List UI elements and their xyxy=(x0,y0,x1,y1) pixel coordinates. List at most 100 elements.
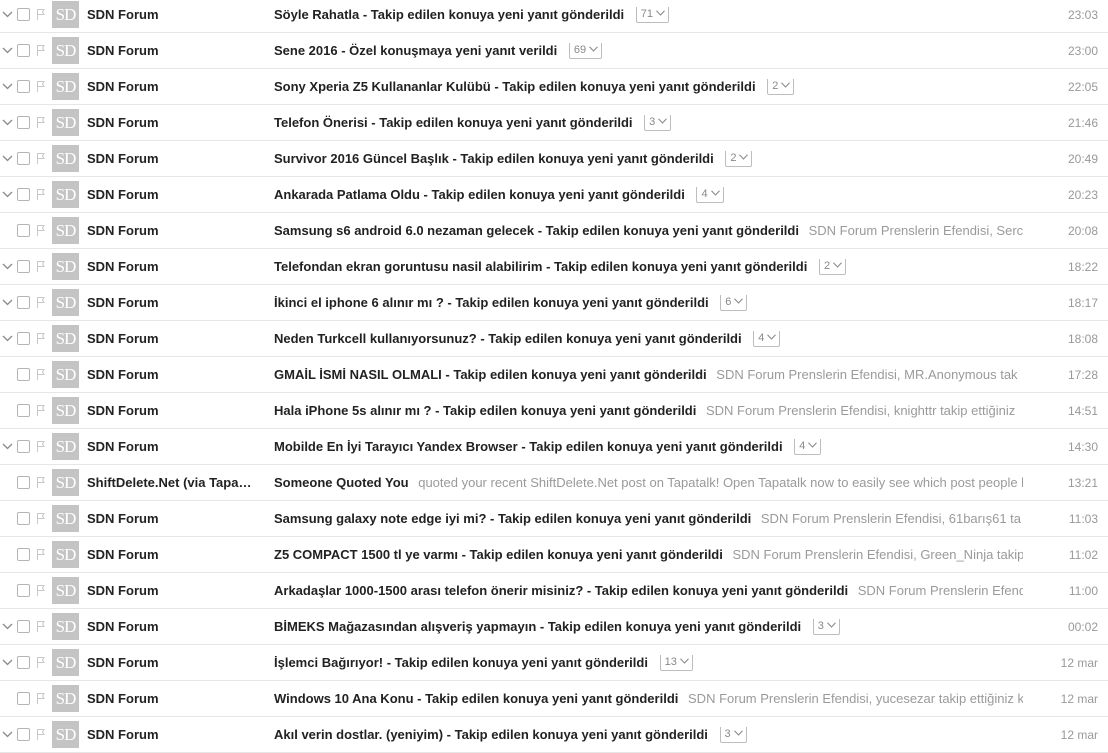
subject-line[interactable]: Sony Xperia Z5 Kullananlar Kulübü - Taki… xyxy=(274,79,1023,97)
select-checkbox[interactable] xyxy=(17,728,30,741)
thread-count-badge[interactable]: 4 xyxy=(696,187,724,203)
select-checkbox[interactable] xyxy=(17,692,30,705)
subject-line[interactable]: Samsung galaxy note edge iyi mi? - Takip… xyxy=(274,511,1023,529)
select-checkbox[interactable] xyxy=(17,260,30,273)
message-row-18[interactable]: SD SDN Forum İşlemci Bağırıyor! - Takip … xyxy=(0,645,1108,681)
message-row-11[interactable]: SD SDN Forum Hala iPhone 5s alınır mı ? … xyxy=(0,393,1108,429)
chevron-down-icon[interactable] xyxy=(1,188,14,201)
flag-icon[interactable] xyxy=(36,512,46,525)
subject-line[interactable]: Sene 2016 - Özel konuşmaya yeni yanıt ve… xyxy=(274,43,1023,61)
message-row-7[interactable]: SD SDN Forum Telefondan ekran goruntusu … xyxy=(0,249,1108,285)
chevron-down-icon[interactable] xyxy=(1,440,14,453)
select-checkbox[interactable] xyxy=(17,332,30,345)
message-row-20[interactable]: SD SDN Forum Akıl verin dostlar. (yeniyi… xyxy=(0,717,1108,753)
message-row-1[interactable]: SD SDN Forum Sene 2016 - Özel konuşmaya … xyxy=(0,33,1108,69)
subject-line[interactable]: Telefon Önerisi - Takip edilen konuya ye… xyxy=(274,115,1023,133)
select-checkbox[interactable] xyxy=(17,512,30,525)
flag-icon[interactable] xyxy=(36,440,46,453)
chevron-down-icon[interactable] xyxy=(1,80,14,93)
message-row-6[interactable]: SD SDN Forum Samsung s6 android 6.0 neza… xyxy=(0,213,1108,249)
subject-line[interactable]: Neden Turkcell kullanıyorsunuz? - Takip … xyxy=(274,331,1023,349)
chevron-down-icon[interactable] xyxy=(1,332,14,345)
select-checkbox[interactable] xyxy=(17,8,30,21)
flag-icon[interactable] xyxy=(36,404,46,417)
select-checkbox[interactable] xyxy=(17,368,30,381)
subject-line[interactable]: İşlemci Bağırıyor! - Takip edilen konuya… xyxy=(274,655,1023,673)
subject-line[interactable]: GMAİL İSMİ NASIL OLMALI - Takip edilen k… xyxy=(274,367,1023,385)
thread-count-badge[interactable]: 69 xyxy=(568,43,603,59)
flag-icon[interactable] xyxy=(36,260,46,273)
flag-icon[interactable] xyxy=(36,224,46,237)
flag-icon[interactable] xyxy=(36,656,46,669)
subject-line[interactable]: Akıl verin dostlar. (yeniyim) - Takip ed… xyxy=(274,727,1023,745)
subject-line[interactable]: Arkadaşlar 1000-1500 arası telefon öneri… xyxy=(274,583,1023,601)
chevron-down-icon[interactable] xyxy=(1,116,14,129)
subject-line[interactable]: Telefondan ekran goruntusu nasil alabili… xyxy=(274,259,1023,277)
thread-count-badge[interactable]: 4 xyxy=(794,439,822,455)
flag-icon[interactable] xyxy=(36,44,46,57)
message-row-13[interactable]: SD ShiftDelete.Net (via Tapa… Someone Qu… xyxy=(0,465,1108,501)
select-checkbox[interactable] xyxy=(17,44,30,57)
message-row-14[interactable]: SD SDN Forum Samsung galaxy note edge iy… xyxy=(0,501,1108,537)
chevron-down-icon[interactable] xyxy=(1,620,14,633)
flag-icon[interactable] xyxy=(36,332,46,345)
select-checkbox[interactable] xyxy=(17,152,30,165)
flag-icon[interactable] xyxy=(36,728,46,741)
message-row-3[interactable]: SD SDN Forum Telefon Önerisi - Takip edi… xyxy=(0,105,1108,141)
select-checkbox[interactable] xyxy=(17,440,30,453)
flag-icon[interactable] xyxy=(36,152,46,165)
subject-line[interactable]: Mobilde En İyi Tarayıcı Yandex Browser -… xyxy=(274,439,1023,457)
subject-line[interactable]: BİMEKS Mağazasından alışveriş yapmayın -… xyxy=(274,619,1023,637)
message-row-12[interactable]: SD SDN Forum Mobilde En İyi Tarayıcı Yan… xyxy=(0,429,1108,465)
select-checkbox[interactable] xyxy=(17,80,30,93)
flag-icon[interactable] xyxy=(36,584,46,597)
message-row-15[interactable]: SD SDN Forum Z5 COMPACT 1500 tl ye varmı… xyxy=(0,537,1108,573)
select-checkbox[interactable] xyxy=(17,620,30,633)
chevron-down-icon[interactable] xyxy=(1,656,14,669)
select-checkbox[interactable] xyxy=(17,188,30,201)
thread-count-badge[interactable]: 2 xyxy=(818,259,847,275)
select-checkbox[interactable] xyxy=(17,116,30,129)
subject-line[interactable]: Söyle Rahatla - Takip edilen konuya yeni… xyxy=(274,7,1023,25)
message-row-5[interactable]: SD SDN Forum Ankarada Patlama Oldu - Tak… xyxy=(0,177,1108,213)
subject-line[interactable]: İkinci el iphone 6 alınır mı ? - Takip e… xyxy=(274,295,1023,313)
subject-line[interactable]: Someone Quoted You quoted your recent Sh… xyxy=(274,475,1023,493)
flag-icon[interactable] xyxy=(36,80,46,93)
thread-count-badge[interactable]: 3 xyxy=(719,727,747,743)
message-row-19[interactable]: SD SDN Forum Windows 10 Ana Konu - Takip… xyxy=(0,681,1108,717)
thread-count-badge[interactable]: 6 xyxy=(720,295,748,311)
flag-icon[interactable] xyxy=(36,368,46,381)
select-checkbox[interactable] xyxy=(17,656,30,669)
chevron-down-icon[interactable] xyxy=(1,296,14,309)
message-row-16[interactable]: SD SDN Forum Arkadaşlar 1000-1500 arası … xyxy=(0,573,1108,609)
message-row-10[interactable]: SD SDN Forum GMAİL İSMİ NASIL OLMALI - T… xyxy=(0,357,1108,393)
flag-icon[interactable] xyxy=(36,692,46,705)
message-row-17[interactable]: SD SDN Forum BİMEKS Mağazasından alışver… xyxy=(0,609,1108,645)
chevron-down-icon[interactable] xyxy=(1,728,14,741)
message-row-0[interactable]: SD SDN Forum Söyle Rahatla - Takip edile… xyxy=(0,0,1108,33)
chevron-down-icon[interactable] xyxy=(1,260,14,273)
chevron-down-icon[interactable] xyxy=(1,152,14,165)
thread-count-badge[interactable]: 2 xyxy=(725,151,753,167)
select-checkbox[interactable] xyxy=(17,548,30,561)
message-row-2[interactable]: SD SDN Forum Sony Xperia Z5 Kullananlar … xyxy=(0,69,1108,105)
select-checkbox[interactable] xyxy=(17,584,30,597)
subject-line[interactable]: Survivor 2016 Güncel Başlık - Takip edil… xyxy=(274,151,1023,169)
thread-count-badge[interactable]: 4 xyxy=(753,331,781,347)
subject-line[interactable]: Ankarada Patlama Oldu - Takip edilen kon… xyxy=(274,187,1023,205)
message-row-9[interactable]: SD SDN Forum Neden Turkcell kullanıyorsu… xyxy=(0,321,1108,357)
chevron-down-icon[interactable] xyxy=(1,44,14,57)
thread-count-badge[interactable]: 13 xyxy=(659,655,693,671)
subject-line[interactable]: Hala iPhone 5s alınır mı ? - Takip edile… xyxy=(274,403,1023,421)
select-checkbox[interactable] xyxy=(17,476,30,489)
thread-count-badge[interactable]: 2 xyxy=(767,79,795,95)
thread-count-badge[interactable]: 3 xyxy=(812,619,840,635)
chevron-down-icon[interactable] xyxy=(1,8,14,21)
flag-icon[interactable] xyxy=(36,116,46,129)
flag-icon[interactable] xyxy=(36,476,46,489)
subject-line[interactable]: Samsung s6 android 6.0 nezaman gelecek -… xyxy=(274,223,1023,241)
thread-count-badge[interactable]: 3 xyxy=(644,115,672,131)
flag-icon[interactable] xyxy=(36,188,46,201)
flag-icon[interactable] xyxy=(36,620,46,633)
select-checkbox[interactable] xyxy=(17,404,30,417)
